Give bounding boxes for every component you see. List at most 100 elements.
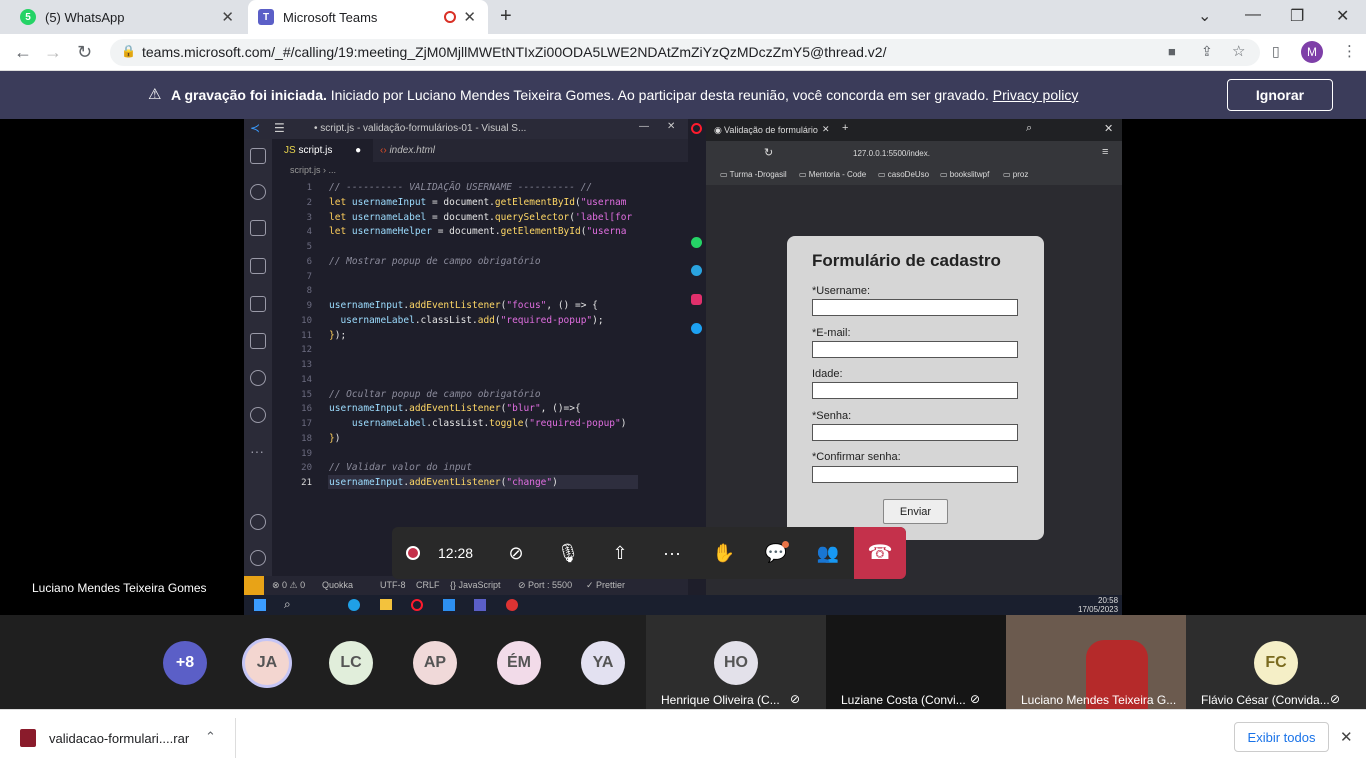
- code-line: let usernameHelper = document.getElement…: [329, 226, 627, 237]
- chrome-taskbar-icon[interactable]: [506, 599, 518, 611]
- line-number: 15: [301, 390, 312, 400]
- menu-icon[interactable]: ≡: [1102, 146, 1108, 158]
- avatar[interactable]: ÉM: [497, 641, 541, 685]
- back-icon[interactable]: ←: [14, 42, 32, 63]
- menu-icon[interactable]: ⋮: [1342, 42, 1357, 60]
- bookmark-star-icon[interactable]: ☆: [1232, 42, 1245, 60]
- avatar[interactable]: JA: [245, 641, 289, 685]
- live-share-icon[interactable]: [250, 370, 266, 386]
- bookmark-item[interactable]: ▭ bookslitwpf: [940, 170, 989, 179]
- opera-logo-icon: [691, 123, 702, 134]
- extensions-icon[interactable]: [250, 296, 266, 312]
- close-icon[interactable]: ✕: [667, 121, 675, 132]
- participants-icon[interactable]: 👥: [815, 540, 841, 566]
- windows-start-icon[interactable]: [254, 599, 266, 611]
- edge-icon[interactable]: [348, 599, 360, 611]
- code-editor[interactable]: 1 // ---------- VALIDAÇÃO USERNAME ------…: [272, 178, 676, 568]
- password-field[interactable]: [812, 424, 1018, 441]
- file-explorer-icon[interactable]: [380, 599, 392, 610]
- hang-up-button[interactable]: ☎: [854, 527, 906, 579]
- teams-taskbar-icon[interactable]: [474, 599, 486, 611]
- opera-icon[interactable]: [411, 599, 423, 611]
- submit-button[interactable]: Enviar: [883, 499, 948, 524]
- prettier-status[interactable]: ✓ Prettier: [586, 580, 625, 591]
- bookmark-item[interactable]: ▭ Mentoria - Code: [799, 170, 866, 179]
- twitter-icon[interactable]: [691, 323, 702, 334]
- camera-off-icon[interactable]: ⊘: [503, 540, 529, 566]
- more-actions-icon[interactable]: ···: [659, 540, 685, 566]
- explorer-icon[interactable]: [250, 148, 266, 164]
- avatar[interactable]: YA: [581, 641, 625, 685]
- remote-indicator[interactable]: [244, 576, 264, 595]
- age-field[interactable]: [812, 382, 1018, 399]
- privacy-policy-link[interactable]: Privacy policy: [993, 87, 1079, 103]
- camera-icon[interactable]: ■: [1168, 44, 1176, 59]
- reload-icon[interactable]: ↻: [77, 42, 92, 63]
- bookmark-item[interactable]: ▭ casoDeUso: [878, 170, 929, 179]
- tab-teams[interactable]: T Microsoft Teams ✕: [248, 0, 488, 34]
- telegram-icon[interactable]: [691, 265, 702, 276]
- settings-gear-icon[interactable]: [250, 550, 266, 566]
- whatsapp-icon[interactable]: [691, 237, 702, 248]
- email-field[interactable]: [812, 341, 1018, 358]
- close-window-icon[interactable]: ✕: [1104, 122, 1113, 135]
- quokka-status[interactable]: Quokka: [322, 580, 353, 590]
- avatar[interactable]: AP: [413, 641, 457, 685]
- minimize-icon[interactable]: —: [639, 121, 649, 132]
- more-participants[interactable]: +8: [163, 641, 207, 685]
- restore-icon[interactable]: ❐: [1290, 6, 1304, 26]
- search-icon[interactable]: ⌕: [284, 597, 291, 612]
- github-icon[interactable]: [250, 407, 266, 423]
- shared-tab-title[interactable]: Validação de formulário: [724, 125, 818, 135]
- tab-script-js[interactable]: JS script.js ●: [272, 139, 374, 162]
- live-server-status[interactable]: ⊘ Port : 5500: [518, 580, 572, 591]
- side-panel-icon[interactable]: ▯: [1272, 43, 1280, 60]
- shared-url[interactable]: 127.0.0.1:5500/index.: [853, 149, 930, 158]
- chevron-up-icon[interactable]: ⌃: [205, 729, 216, 745]
- tab-index-html[interactable]: ‹› index.html: [368, 139, 447, 162]
- eol-status[interactable]: CRLF: [416, 580, 440, 590]
- breadcrumb[interactable]: script.js › ...: [290, 165, 336, 175]
- instagram-icon[interactable]: [691, 294, 702, 305]
- more-icon[interactable]: ···: [250, 443, 264, 459]
- new-tab-icon[interactable]: +: [842, 122, 848, 134]
- tab-whatsapp[interactable]: 5 (5) WhatsApp ✕: [10, 0, 246, 34]
- bookmark-item[interactable]: ▭ proz: [1003, 170, 1028, 179]
- new-tab-button[interactable]: +: [500, 5, 512, 28]
- lock-icon[interactable]: 🔒: [121, 44, 136, 58]
- account-icon[interactable]: [250, 514, 266, 530]
- show-all-button[interactable]: Exibir todos: [1234, 722, 1329, 752]
- download-filename[interactable]: validacao-formulari....rar: [49, 731, 189, 746]
- ignore-button[interactable]: Ignorar: [1227, 79, 1333, 111]
- search-icon[interactable]: [250, 184, 266, 200]
- close-tab-icon[interactable]: ✕: [822, 124, 830, 135]
- confirm-password-field[interactable]: [812, 466, 1018, 483]
- vscode-taskbar-icon[interactable]: [443, 599, 455, 611]
- remote-explorer-icon[interactable]: [250, 333, 266, 349]
- encoding-status[interactable]: UTF-8: [380, 580, 406, 590]
- profile-avatar[interactable]: M: [1301, 41, 1323, 63]
- problems-count[interactable]: ⊗ 0 ⚠ 0: [272, 580, 305, 591]
- mic-off-icon[interactable]: 🎙: [555, 540, 581, 566]
- close-tab-icon[interactable]: ✕: [221, 8, 234, 26]
- tab-search-icon[interactable]: ⌄: [1198, 6, 1211, 26]
- reload-icon[interactable]: ↻: [764, 146, 773, 159]
- bookmark-item[interactable]: ▭ Turma -Drogasil: [720, 170, 787, 179]
- close-window-icon[interactable]: ✕: [1336, 6, 1349, 26]
- menu-icon[interactable]: ☰: [274, 121, 285, 135]
- banner-message: A gravação foi iniciada. Iniciado por Lu…: [171, 87, 1078, 103]
- forward-icon[interactable]: →: [44, 42, 62, 63]
- close-icon[interactable]: ✕: [1340, 728, 1353, 746]
- run-debug-icon[interactable]: [250, 258, 266, 274]
- language-status[interactable]: {} JavaScript: [450, 580, 501, 590]
- username-field[interactable]: [812, 299, 1018, 316]
- close-tab-icon[interactable]: ✕: [463, 8, 476, 26]
- share-icon[interactable]: ⇪: [1201, 43, 1213, 60]
- share-screen-icon[interactable]: ⇧: [607, 540, 633, 566]
- avatar[interactable]: LC: [329, 641, 373, 685]
- search-icon[interactable]: ⌕: [1026, 122, 1032, 135]
- raise-hand-icon[interactable]: ✋: [711, 540, 737, 566]
- url-text[interactable]: teams.microsoft.com/_#/calling/19:meetin…: [142, 44, 886, 60]
- minimize-icon[interactable]: —: [1245, 6, 1261, 24]
- source-control-icon[interactable]: [250, 220, 266, 236]
